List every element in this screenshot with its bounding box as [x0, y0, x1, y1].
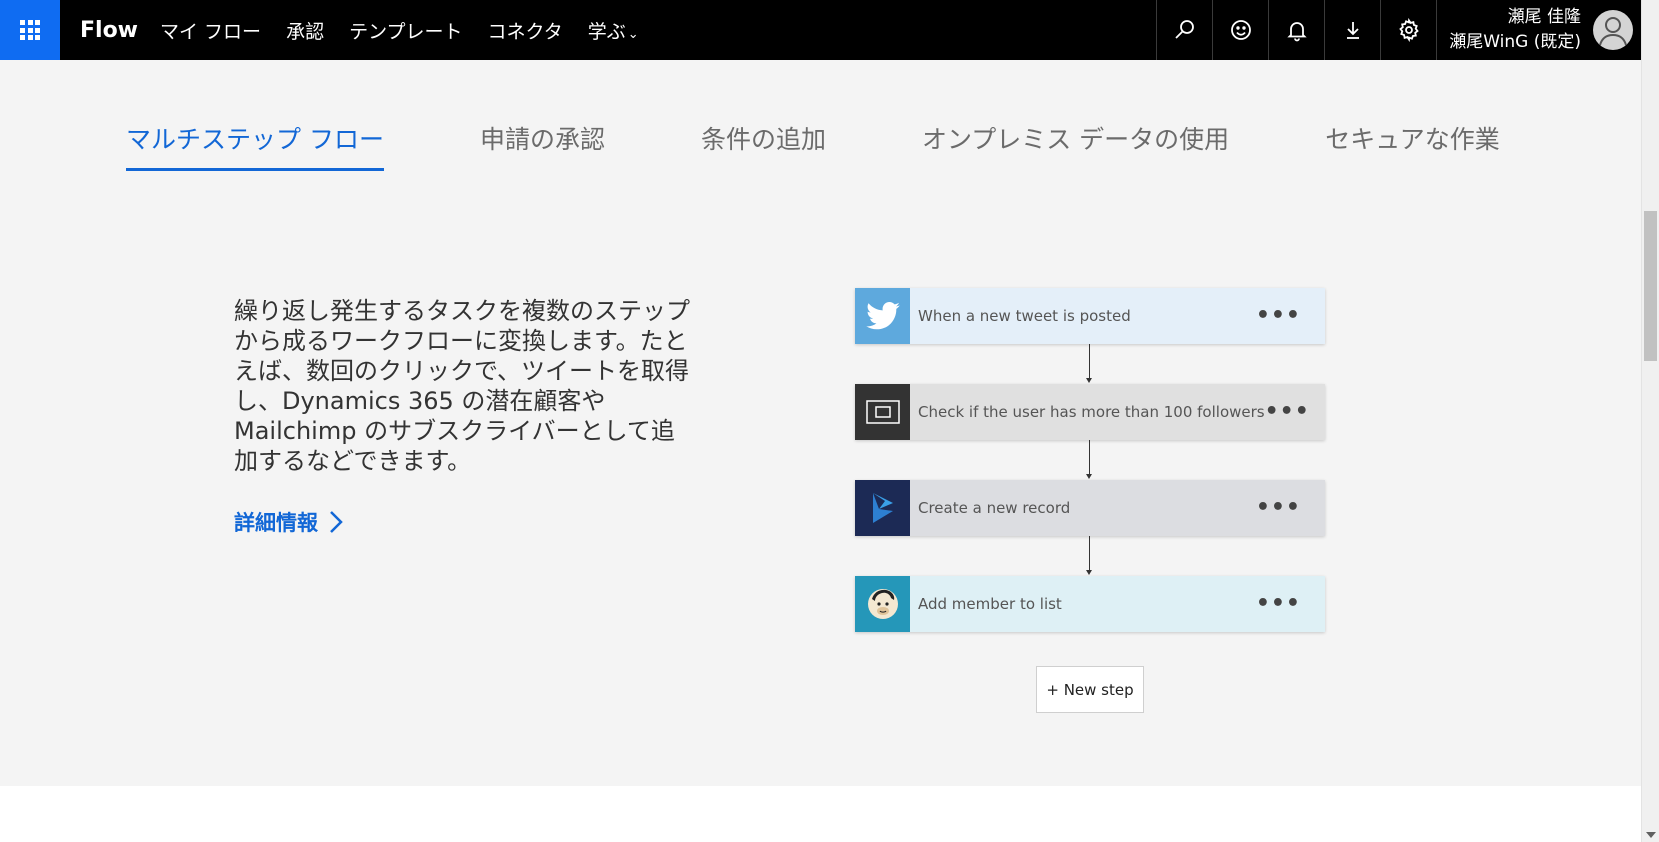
bell-icon [1287, 22, 1307, 42]
nav-approvals[interactable]: 承認 [286, 17, 324, 44]
download-icon [1346, 22, 1359, 39]
tab-add-condition[interactable]: 条件の追加 [701, 120, 826, 171]
tab-on-premises-data[interactable]: オンプレミス データの使用 [922, 120, 1229, 171]
more-options-icon[interactable]: ••• [1256, 497, 1301, 519]
step-connector [1086, 536, 1092, 575]
tab-request-approval[interactable]: 申請の承認 [480, 120, 605, 171]
chevron-right-icon [330, 511, 343, 533]
step-connector [1086, 344, 1092, 383]
tab-secure-work[interactable]: セキュアな作業 [1325, 120, 1500, 171]
learn-more-label: 詳細情報 [234, 511, 318, 535]
scroll-down-arrow-icon[interactable] [1646, 832, 1656, 838]
smiley-icon [1230, 20, 1251, 40]
settings-button[interactable] [1380, 0, 1436, 60]
step-label: When a new tweet is posted [918, 307, 1131, 325]
user-menu[interactable]: 瀬尾 佳隆 瀬尾WinG (既定) [1436, 0, 1641, 60]
learn-more-link[interactable]: 詳細情報 [234, 507, 344, 537]
brand-logo[interactable]: Flow [80, 18, 138, 43]
search-button[interactable] [1156, 0, 1212, 60]
flow-step-condition[interactable]: Check if the user has more than 100 foll… [855, 384, 1325, 440]
more-options-icon[interactable]: ••• [1256, 593, 1301, 615]
user-name: 瀬尾 佳隆 [1507, 7, 1581, 27]
dynamics-icon [855, 480, 910, 536]
user-info: 瀬尾 佳隆 瀬尾WinG (既定) [1449, 5, 1581, 55]
avatar [1593, 10, 1633, 50]
condition-icon [855, 384, 910, 440]
nav-connectors[interactable]: コネクタ [488, 17, 563, 44]
person-icon [1599, 17, 1627, 46]
scrollbar-thumb[interactable] [1644, 211, 1657, 361]
feedback-button[interactable] [1212, 0, 1268, 60]
flow-step-add-member[interactable]: Add member to list ••• [855, 576, 1325, 632]
step-label: Create a new record [918, 499, 1071, 517]
feature-tabs: マルチステップ フロー 申請の承認 条件の追加 オンプレミス データの使用 セキ… [126, 120, 1500, 171]
gear-icon [1398, 18, 1419, 42]
flow-step-create-record[interactable]: Create a new record ••• [855, 480, 1325, 536]
nav-learn-label: 学ぶ [587, 20, 626, 43]
more-options-icon[interactable]: ••• [1265, 401, 1310, 423]
notifications-button[interactable] [1268, 0, 1324, 60]
app-launcher-button[interactable] [0, 0, 60, 60]
tab-multistep-flow[interactable]: マルチステップ フロー [126, 120, 384, 171]
top-navigation-bar: Flow マイ フロー 承認 テンプレート コネクタ 学ぶ ⌄ 瀬尾 佳隆 瀬尾W… [0, 0, 1641, 60]
new-step-button[interactable]: + New step [1036, 666, 1144, 713]
nav-my-flows[interactable]: マイ フロー [160, 17, 261, 44]
twitter-icon [855, 288, 910, 344]
nav-learn[interactable]: 学ぶ ⌄ [588, 17, 639, 44]
waffle-icon [20, 20, 40, 40]
step-label: Add member to list [918, 595, 1062, 613]
more-options-icon[interactable]: ••• [1256, 305, 1301, 327]
mailchimp-icon [855, 576, 910, 632]
step-label: Check if the user has more than 100 foll… [918, 403, 1265, 421]
download-button[interactable] [1324, 0, 1380, 60]
search-icon [1175, 20, 1194, 39]
nav-templates[interactable]: テンプレート [349, 17, 462, 44]
user-org: 瀬尾WinG (既定) [1449, 32, 1581, 52]
feature-description: 繰り返し発生するタスクを複数のステップから成るワークフローに変換します。たとえば… [234, 297, 690, 475]
flow-step-trigger[interactable]: When a new tweet is posted ••• [855, 288, 1325, 344]
step-connector [1086, 440, 1092, 479]
feature-showcase: マルチステップ フロー 申請の承認 条件の追加 オンプレミス データの使用 セキ… [0, 60, 1641, 786]
page-scrollbar[interactable] [1641, 0, 1659, 842]
chevron-down-icon: ⌄ [627, 26, 639, 42]
